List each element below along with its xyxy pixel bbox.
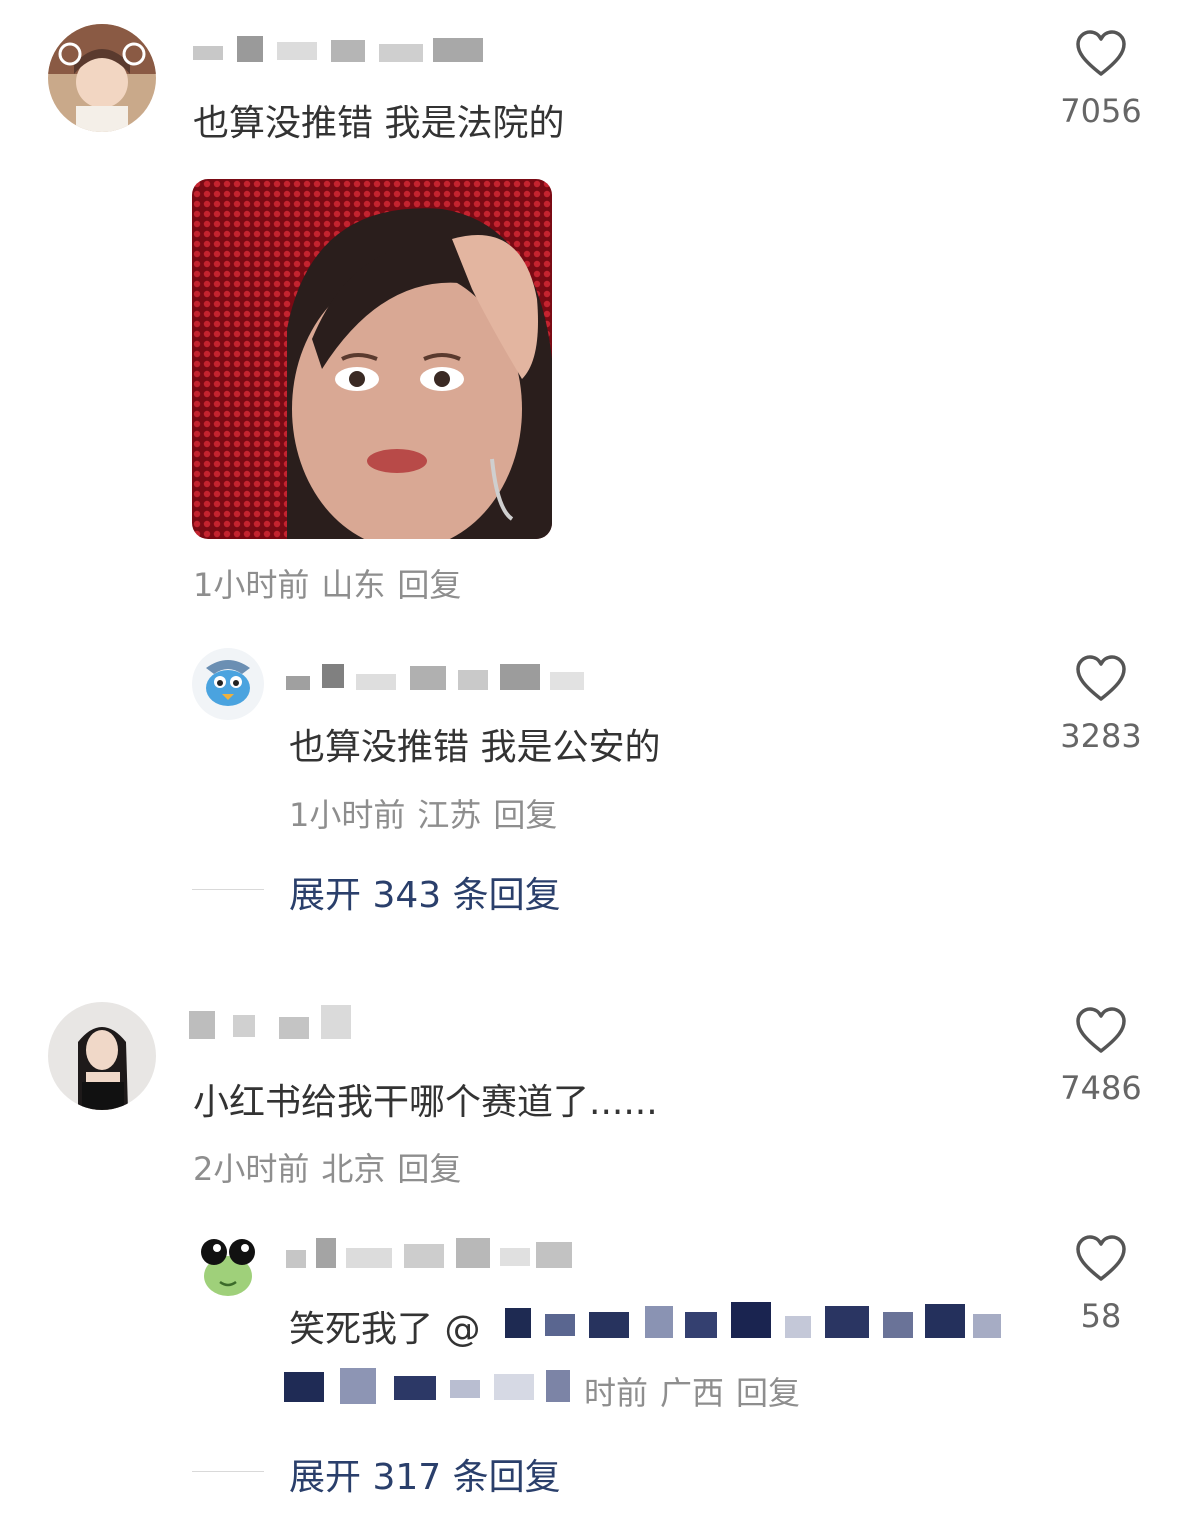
comment-location: 山东	[321, 566, 386, 604]
reply-button[interactable]: 回复	[397, 1150, 461, 1188]
like-button[interactable]: 58	[1051, 1235, 1151, 1335]
comment-time: 1小时前	[193, 566, 310, 604]
comment-meta: 1小时前 山东 回复	[193, 560, 473, 606]
commenter-avatar[interactable]	[48, 1002, 156, 1110]
reply-text: 也算没推错 我是公安的	[289, 727, 661, 768]
reply-time: 时前	[584, 1374, 649, 1412]
reply-meta: 1小时前 江苏 回复	[289, 790, 569, 836]
like-count: 3283	[1060, 717, 1142, 755]
comment-text: 小红书给我干哪个赛道了......	[193, 1082, 658, 1123]
mention-blurred[interactable]	[284, 1366, 584, 1406]
heart-outline-icon	[1076, 655, 1126, 701]
reply-time: 1小时前	[289, 796, 406, 834]
comment-location: 北京	[321, 1150, 386, 1188]
like-count: 58	[1080, 1297, 1122, 1335]
expand-replies-button[interactable]: 展开 317 条回复	[289, 1448, 561, 1500]
username-blurred[interactable]	[189, 1005, 369, 1041]
like-button[interactable]: 7056	[1051, 30, 1151, 130]
like-count: 7056	[1060, 92, 1142, 130]
reply-button[interactable]: 回复	[493, 796, 557, 834]
reply-avatar[interactable]	[192, 648, 264, 720]
heart-outline-icon	[1076, 30, 1126, 76]
reply-location: 江苏	[417, 796, 482, 834]
like-button[interactable]: 7486	[1051, 1007, 1151, 1107]
reply-text-prefix: 笑死我了 @	[289, 1309, 481, 1350]
reply-location: 广西	[660, 1374, 725, 1412]
heart-outline-icon	[1076, 1235, 1126, 1281]
mention-blurred[interactable]	[505, 1302, 1005, 1342]
comment-time: 2小时前	[193, 1150, 310, 1188]
like-button[interactable]: 3283	[1051, 655, 1151, 755]
username-blurred[interactable]	[286, 658, 586, 694]
commenter-avatar[interactable]	[48, 24, 156, 132]
like-count: 7486	[1060, 1069, 1142, 1107]
reply-button[interactable]: 回复	[397, 566, 461, 604]
comment-meta: 2小时前 北京 回复	[193, 1144, 473, 1190]
meme-image[interactable]	[192, 179, 552, 539]
expand-replies-button[interactable]: 展开 343 条回复	[289, 866, 561, 918]
reply-avatar[interactable]	[192, 1228, 264, 1300]
heart-outline-icon	[1076, 1007, 1126, 1053]
reply-text: 笑死我了 @	[289, 1300, 480, 1352]
divider	[192, 1471, 264, 1472]
username-blurred[interactable]	[286, 1234, 586, 1270]
comment-text: 也算没推错 我是法院的	[193, 103, 565, 144]
username-blurred[interactable]	[193, 30, 493, 66]
reply-meta: 时前 广西 回复	[584, 1368, 812, 1414]
reply-button[interactable]: 回复	[736, 1374, 800, 1412]
divider	[192, 889, 264, 890]
